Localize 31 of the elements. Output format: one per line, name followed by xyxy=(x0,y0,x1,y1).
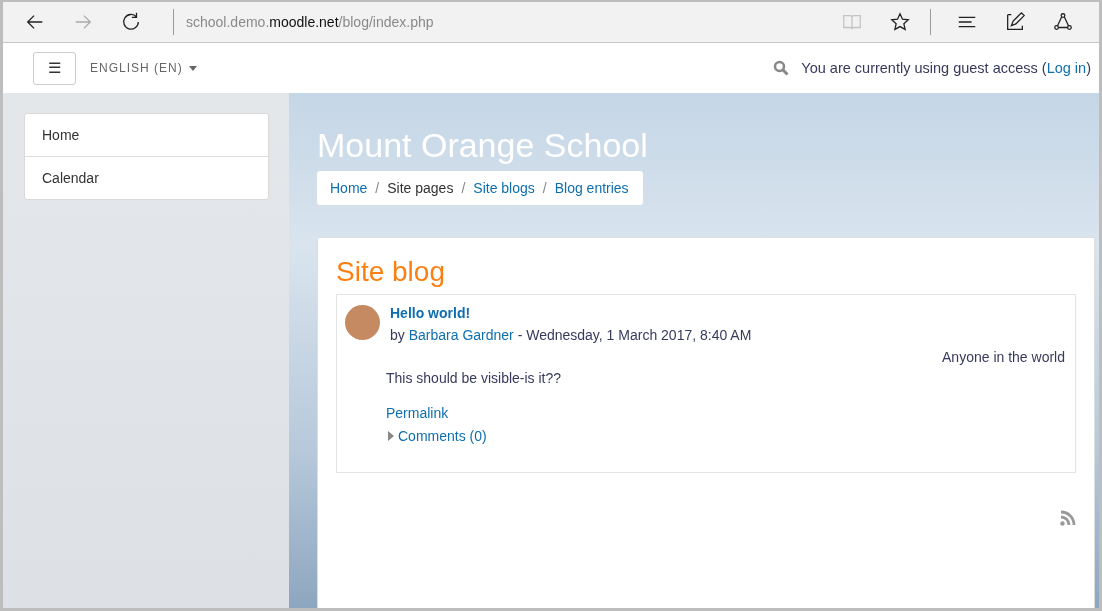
breadcrumb-link[interactable]: Blog entries xyxy=(554,180,629,196)
search-icon[interactable] xyxy=(773,60,790,76)
address-bar[interactable]: school.demo.moodle.net/blog/index.php xyxy=(186,14,830,30)
guest-access-message: You are currently using guest access (Log in) xyxy=(801,60,1091,76)
breadcrumb-text: Site pages xyxy=(387,180,454,196)
caret-icon xyxy=(188,65,197,71)
breadcrumb-link[interactable]: Site blogs xyxy=(473,180,535,196)
share-icon xyxy=(1052,11,1074,33)
sidebar-item[interactable]: Home xyxy=(25,114,268,156)
page-heading: Site blog xyxy=(336,256,446,288)
breadcrumb-separator: / xyxy=(375,180,380,196)
breadcrumb-separator: / xyxy=(542,180,547,196)
comments-toggle[interactable]: Comments (0) xyxy=(386,428,487,444)
refresh-icon xyxy=(120,11,142,33)
rss-icon[interactable] xyxy=(1060,510,1076,526)
triangle-icon xyxy=(386,431,394,441)
visibility-label: Anyone in the world xyxy=(942,349,1065,365)
entry-byline: by Barbara Gardner - Wednesday, 1 March 2017, 8:40 AM xyxy=(390,327,752,343)
breadcrumb-link[interactable]: Home xyxy=(330,180,368,196)
star-icon xyxy=(889,11,911,33)
entry-body: This should be visible-is it?? xyxy=(386,370,562,386)
login-link[interactable]: Log in xyxy=(1046,60,1087,76)
entry-title-link[interactable]: Hello world! xyxy=(390,305,752,321)
author-link[interactable]: Barbara Gardner xyxy=(408,327,514,343)
breadcrumb-separator: / xyxy=(461,180,466,196)
menu-button[interactable]: ☰ xyxy=(33,51,76,85)
avatar-circle xyxy=(345,305,380,340)
pen-icon xyxy=(1004,11,1026,33)
sidebar-item[interactable]: Calendar xyxy=(25,156,268,199)
language-menu[interactable]: ENGLISH (EN) xyxy=(90,61,774,75)
permalink-link[interactable]: Permalink xyxy=(386,405,449,421)
